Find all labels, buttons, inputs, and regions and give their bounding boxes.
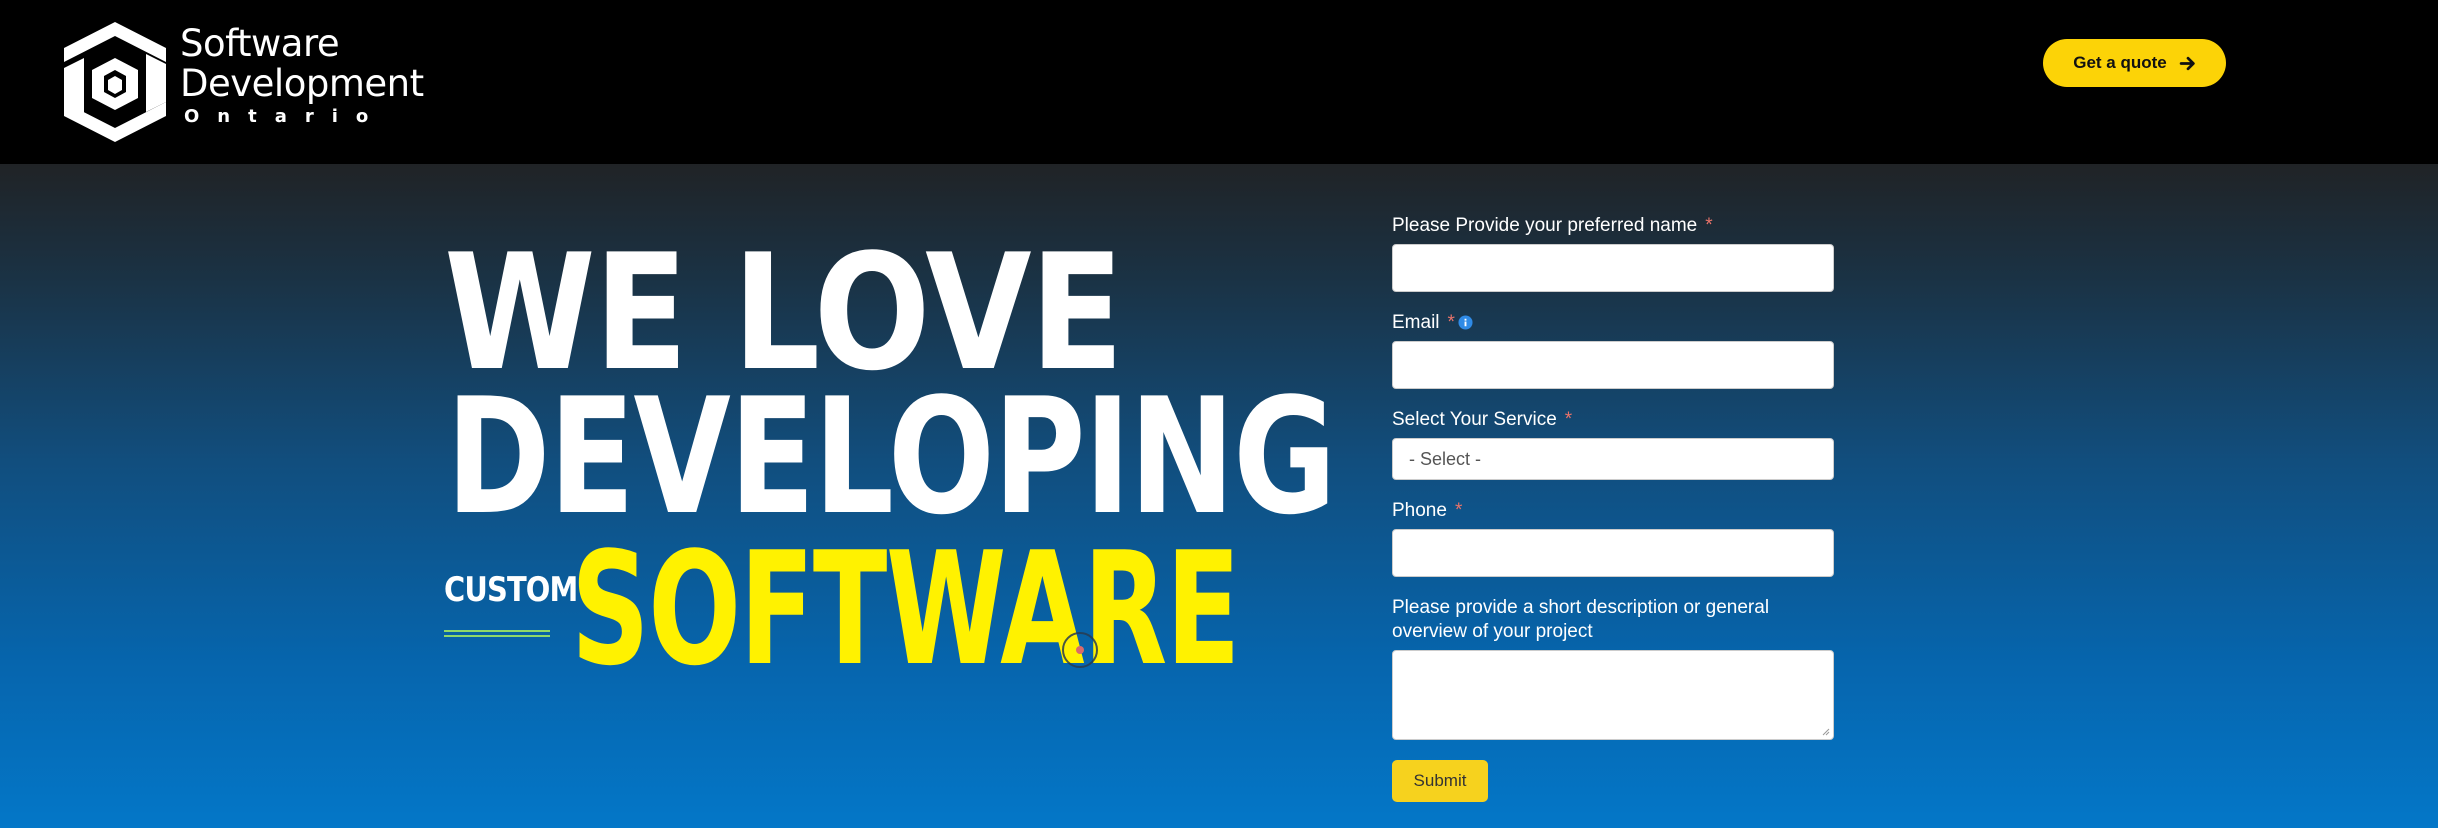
arrow-right-icon xyxy=(2179,56,2195,70)
required-marker: * xyxy=(1447,312,1455,333)
service-select-value: - Select - xyxy=(1409,449,1482,469)
service-label-text: Select Your Service xyxy=(1392,409,1557,430)
service-select[interactable]: - Select - xyxy=(1392,438,1834,480)
get-a-quote-button[interactable]: Get a quote xyxy=(2043,39,2226,87)
headline-accent: SOFTWARE xyxy=(571,518,1241,700)
cursor-dot-icon xyxy=(1076,646,1084,654)
hero-section: WE LOVE DEVELOPING CUSTOM SOFTWARE Pleas… xyxy=(0,164,2438,828)
required-marker: * xyxy=(1705,215,1713,236)
info-icon[interactable] xyxy=(1458,315,1473,331)
resize-grip-icon[interactable] xyxy=(1820,726,1830,736)
logo-line-ontario: Ontario xyxy=(184,106,387,127)
headline-line-2: DEVELOPING xyxy=(446,363,1337,550)
name-label-text: Please Provide your preferred name xyxy=(1392,215,1698,236)
required-marker: * xyxy=(1454,500,1463,521)
site-header: Software Development Ontario Get a quote xyxy=(0,0,2438,164)
logo-line-software: Software xyxy=(180,22,340,65)
email-input[interactable] xyxy=(1392,341,1834,389)
description-label-line1: Please provide a short description or ge… xyxy=(1392,597,1770,618)
description-label-line2: overview of your project xyxy=(1392,621,1593,642)
site-logo[interactable]: Software Development Ontario xyxy=(62,20,424,144)
phone-label-text: Phone xyxy=(1392,500,1447,521)
logo-mark-icon xyxy=(64,22,166,142)
required-marker: * xyxy=(1564,409,1573,430)
email-label-text: Email xyxy=(1392,312,1440,333)
phone-field-label: Phone * xyxy=(1392,499,1462,523)
name-input[interactable] xyxy=(1392,244,1834,292)
get-a-quote-label: Get a quote xyxy=(2073,53,2167,72)
description-field-label: Please provide a short description or ge… xyxy=(1392,596,1769,644)
service-field-label: Select Your Service * xyxy=(1392,408,1572,432)
phone-input[interactable] xyxy=(1392,529,1834,577)
logo-line-development: Development xyxy=(180,62,424,105)
description-textarea[interactable] xyxy=(1392,650,1834,740)
logo-text: Software Development Ontario xyxy=(180,22,424,128)
email-field-label: Email * xyxy=(1392,311,1473,335)
custom-label: CUSTOM xyxy=(444,570,578,610)
name-field-label: Please Provide your preferred name * xyxy=(1392,214,1713,238)
submit-button[interactable]: Submit xyxy=(1392,760,1488,802)
custom-underline-divider xyxy=(444,630,550,638)
